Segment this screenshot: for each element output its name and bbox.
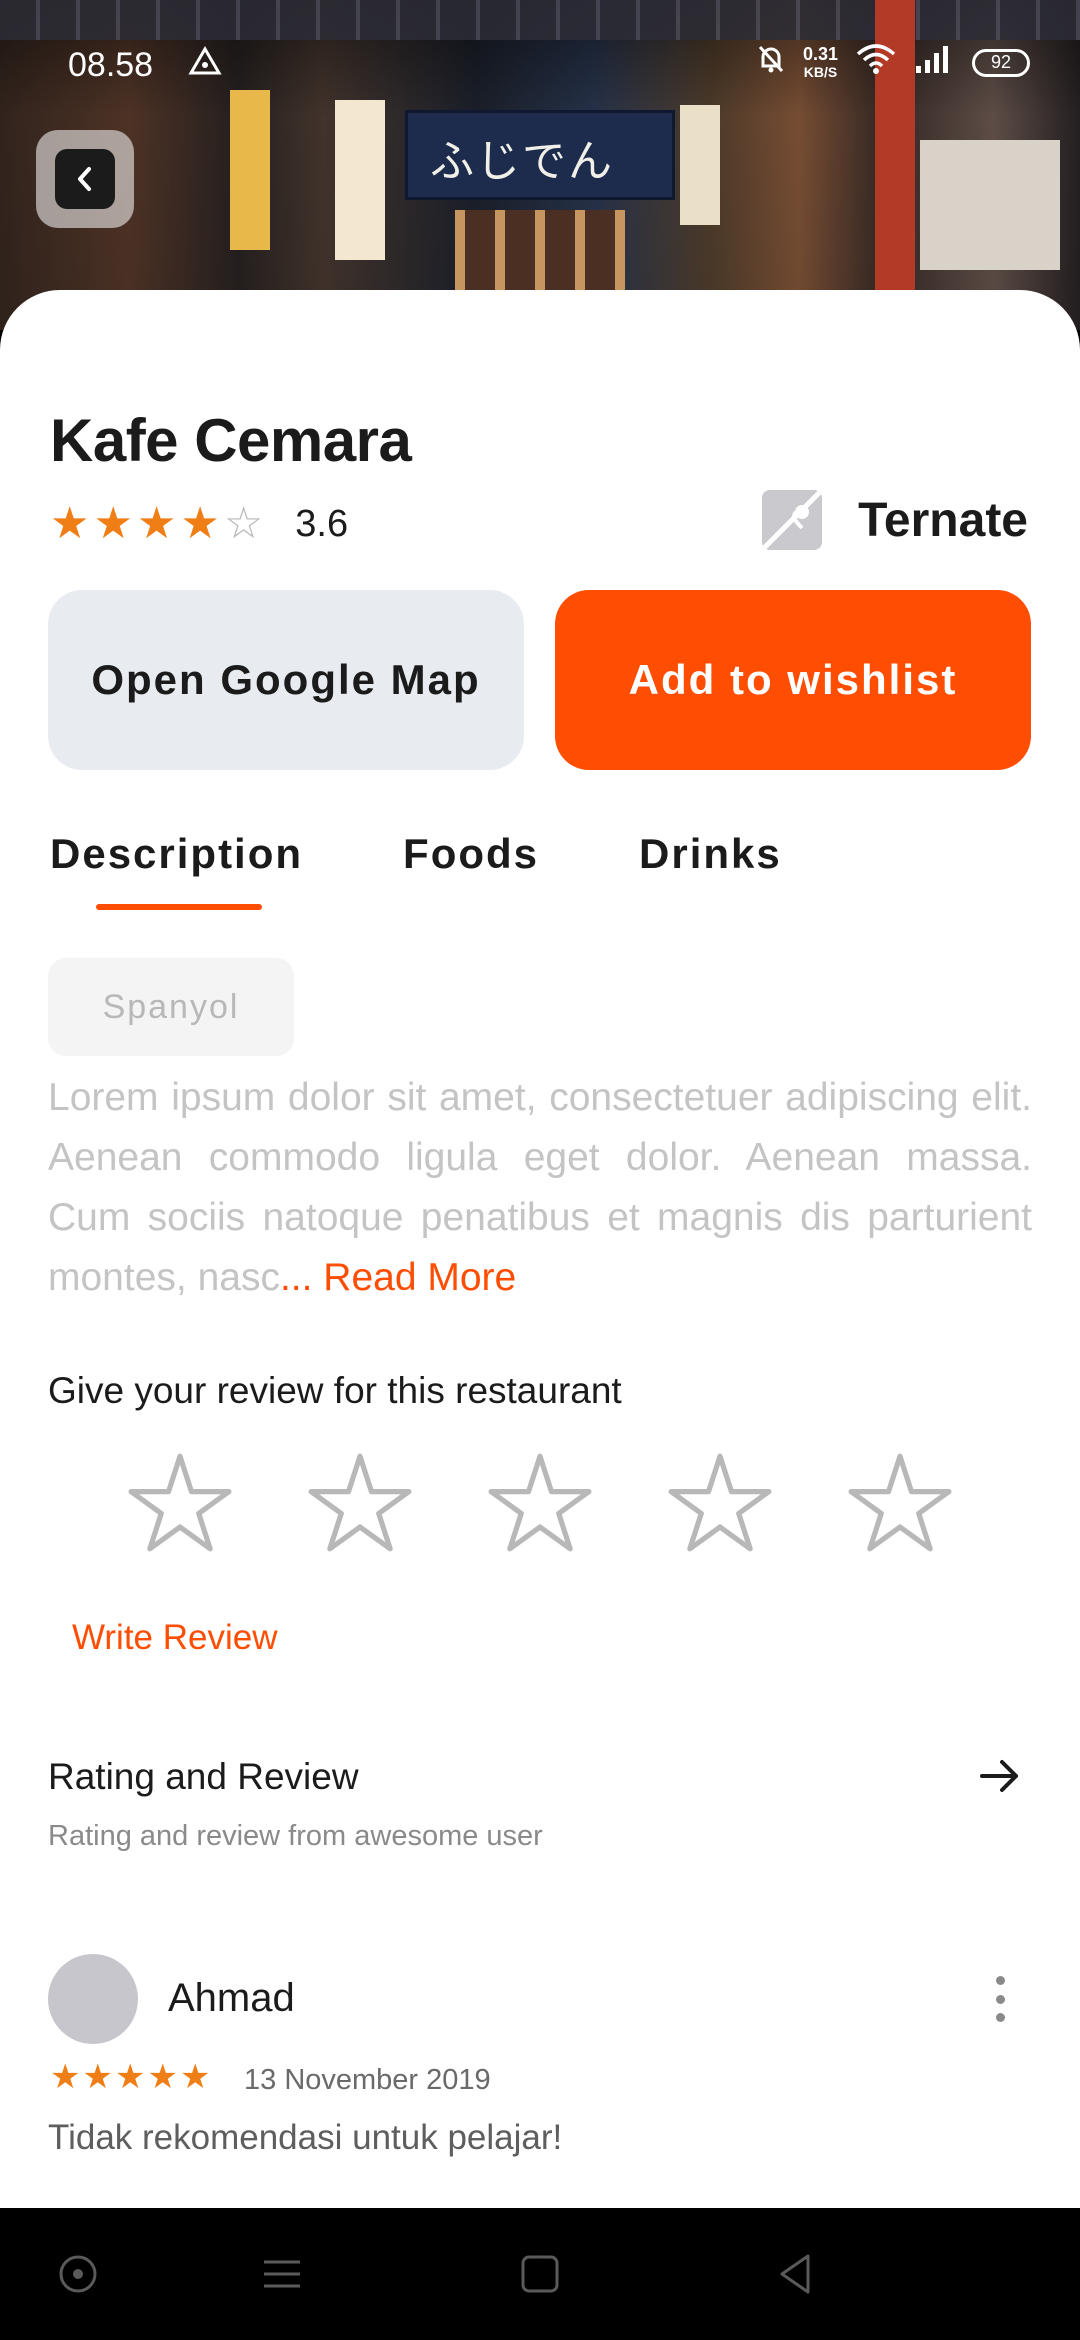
star-outline-icon[interactable] [488,1452,592,1552]
alert-triangle-icon [188,46,222,84]
review-date: 13 November 2019 [244,2064,491,2096]
hero-lantern [230,90,270,250]
wifi-icon [856,44,896,81]
star-empty-icon: ☆ [223,499,264,548]
cuisine-tag: Spanyol [48,958,294,1056]
review-rating: ★ ★ ★ ★ ★ [50,2060,212,2094]
description-text: Lorem ipsum dolor sit amet, consectetuer… [48,1068,1032,1308]
status-time: 08.58 [68,46,154,84]
network-speed: 0.31 KB/S [803,45,838,81]
network-speed-unit: KB/S [803,63,838,80]
map-placeholder-icon [762,490,823,550]
open-google-map-button[interactable]: Open Google Map [48,590,524,770]
detail-tabs: Description Foods Drinks [50,830,882,910]
star-filled-icon: ★ [179,2058,211,2096]
more-vertical-icon[interactable] [990,1976,1010,2022]
star-outline-icon[interactable] [848,1452,952,1552]
mute-bell-icon [757,44,785,81]
write-review-link[interactable]: Write Review [72,1618,278,1658]
star-outline-icon[interactable] [128,1452,232,1552]
hero-awning [0,0,1080,40]
avatar [48,1954,138,2044]
assistant-circle-icon[interactable] [52,2248,104,2300]
location-name: Ternate [858,493,1028,547]
review-prompt-heading: Give your review for this restaurant [48,1370,622,1411]
tab-foods[interactable]: Foods [403,830,539,878]
star-filled-icon: ★ [82,2058,113,2096]
hero-sign [680,105,720,225]
battery-level: 92 [990,52,1012,72]
hero-noren-lettering: ふじでん [430,136,614,187]
back-button[interactable] [36,130,134,228]
star-outline-icon[interactable] [668,1452,772,1552]
read-more-link[interactable]: ... Read More [280,1256,516,1299]
place-rating: ★ ★ ★ ★ ☆ 3.6 [50,502,348,546]
place-location: Ternate [762,490,1028,550]
review-text: Tidak rekomendasi untuk pelajar! [48,2118,563,2157]
description-body: Lorem ipsum dolor sit amet, consectetuer… [48,1076,1032,1299]
star-filled-icon: ★ [136,499,177,548]
hero-poster [920,140,1060,270]
home-square-icon[interactable] [514,2248,566,2300]
status-icons: 0.31 KB/S 92 [757,44,1030,81]
star-outline-icon[interactable] [308,1452,412,1552]
star-filled-icon: ★ [50,499,90,548]
add-to-wishlist-button[interactable]: Add to wishlist [555,590,1031,770]
menu-icon[interactable] [256,2248,308,2300]
rating-review-subtitle: Rating and review from awesome user [48,1820,543,1852]
chevron-left-icon [78,167,91,191]
reviewer-name: Ahmad [168,1976,295,2020]
rating-value: 3.6 [295,502,349,545]
arrow-right-icon[interactable] [976,1752,1024,1800]
back-button-inner [55,149,115,209]
tab-drinks[interactable]: Drinks [639,830,782,878]
hero-sign [335,100,385,260]
status-bar: 08.58 0.31 KB/S 92 [0,40,1080,90]
rating-review-title: Rating and Review [48,1756,359,1797]
star-filled-icon: ★ [147,2058,178,2096]
battery-icon: 92 [972,48,1030,77]
place-name: Kafe Cemara [50,407,412,474]
network-speed-value: 0.31 [802,43,838,64]
star-filled-icon: ★ [114,2058,146,2096]
tab-description[interactable]: Description [50,830,303,910]
star-filled-icon: ★ [93,499,133,548]
review-star-picker[interactable] [128,1452,952,1552]
detail-sheet: Kafe Cemara ★ ★ ★ ★ ☆ 3.6 Ternate Open G… [0,290,1080,2208]
signal-icon [914,44,954,81]
star-filled-icon: ★ [180,499,220,548]
star-filled-icon: ★ [50,2058,81,2096]
back-triangle-icon[interactable] [770,2248,822,2300]
system-nav-bar [0,2208,1080,2340]
